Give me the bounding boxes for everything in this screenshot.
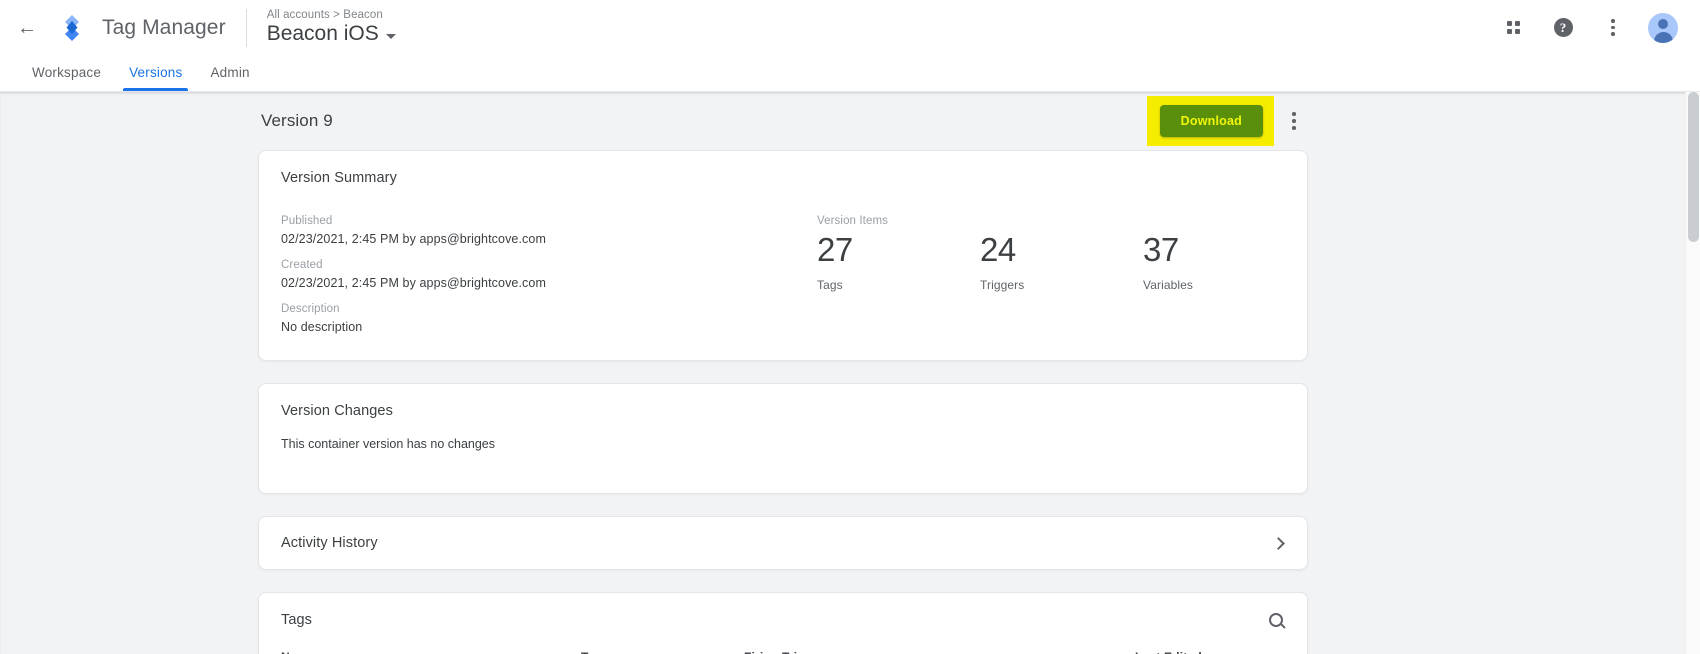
column-header-last-edited[interactable]: Last Edited bbox=[1135, 650, 1285, 654]
chevron-right-icon bbox=[1272, 537, 1285, 550]
created-value: 02/23/2021, 2:45 PM by apps@brightcove.c… bbox=[281, 276, 801, 290]
search-icon[interactable] bbox=[1269, 613, 1283, 627]
download-highlight: Download bbox=[1147, 96, 1274, 146]
column-header-firing-triggers[interactable]: Firing Triggers bbox=[744, 650, 1135, 654]
tags-card-header: Tags bbox=[259, 593, 1307, 628]
tags-card: Tags Name ↑ Type Firing Triggers Last Ed… bbox=[258, 592, 1308, 654]
stat-triggers: 24 Triggers bbox=[980, 231, 1143, 292]
version-summary-fields: Published 02/23/2021, 2:45 PM by apps@br… bbox=[281, 202, 801, 334]
scrollbar-thumb[interactable] bbox=[1688, 92, 1699, 242]
more-options-button[interactable] bbox=[1598, 13, 1628, 43]
help-icon: ? bbox=[1554, 18, 1573, 37]
tags-table-header: Name ↑ Type Firing Triggers Last Edited bbox=[259, 628, 1307, 654]
container-name-label: Beacon iOS bbox=[267, 22, 379, 46]
version-changes-body: This container version has no changes bbox=[259, 419, 1307, 493]
app-bar: ← Tag Manager All accounts > Beacon Beac… bbox=[0, 0, 1700, 55]
apps-grid-icon bbox=[1507, 21, 1520, 34]
appbar-actions: ? bbox=[1498, 13, 1678, 43]
description-value: No description bbox=[281, 320, 801, 334]
published-label: Published bbox=[281, 215, 801, 227]
version-items-label: Version Items bbox=[817, 215, 1306, 227]
vertical-scrollbar[interactable] bbox=[1685, 92, 1700, 654]
tags-title: Tags bbox=[281, 612, 1269, 628]
activity-history-title: Activity History bbox=[281, 535, 1274, 551]
version-items-block: Version Items 27 Tags 24 Triggers 37 Var bbox=[801, 202, 1306, 334]
stat-variables-label: Variables bbox=[1143, 278, 1306, 292]
back-arrow-icon: ← bbox=[17, 18, 37, 38]
version-summary-body: Published 02/23/2021, 2:45 PM by apps@br… bbox=[259, 186, 1307, 360]
stat-tags: 27 Tags bbox=[817, 231, 980, 292]
stat-tags-label: Tags bbox=[817, 278, 980, 292]
stat-triggers-value: 24 bbox=[980, 231, 1143, 269]
tag-manager-logo-icon bbox=[58, 14, 86, 42]
brand-block: Tag Manager bbox=[44, 14, 226, 42]
tab-admin[interactable]: Admin bbox=[196, 65, 263, 91]
breadcrumb: All accounts > Beacon bbox=[267, 9, 396, 21]
version-summary-title: Version Summary bbox=[259, 151, 1307, 186]
header-divider bbox=[246, 9, 247, 47]
more-options-icon bbox=[1611, 19, 1615, 36]
version-changes-title: Version Changes bbox=[259, 384, 1307, 419]
column-header-type[interactable]: Type bbox=[581, 650, 744, 654]
activity-history-card[interactable]: Activity History bbox=[258, 516, 1308, 570]
tab-workspace[interactable]: Workspace bbox=[18, 65, 115, 91]
avatar[interactable] bbox=[1648, 13, 1678, 43]
content-inner: Version 9 Download Version Summary Publi… bbox=[258, 92, 1308, 654]
apps-grid-button[interactable] bbox=[1498, 13, 1528, 43]
content-area: Version 9 Download Version Summary Publi… bbox=[0, 92, 1700, 654]
chevron-down-icon bbox=[386, 34, 396, 39]
page-header: Version 9 Download bbox=[258, 92, 1308, 150]
page-title: Version 9 bbox=[261, 111, 1147, 131]
account-block: All accounts > Beacon Beacon iOS bbox=[267, 9, 396, 46]
description-label: Description bbox=[281, 303, 801, 315]
published-value: 02/23/2021, 2:45 PM by apps@brightcove.c… bbox=[281, 232, 801, 246]
version-changes-card: Version Changes This container version h… bbox=[258, 383, 1308, 494]
stat-triggers-label: Triggers bbox=[980, 278, 1143, 292]
stat-tags-value: 27 bbox=[817, 231, 980, 269]
stat-variables: 37 Variables bbox=[1143, 231, 1306, 292]
created-label: Created bbox=[281, 259, 801, 271]
column-header-name[interactable]: Name ↑ bbox=[281, 650, 581, 654]
download-button[interactable]: Download bbox=[1160, 105, 1263, 137]
tab-bar: Workspace Versions Admin bbox=[0, 55, 1700, 92]
version-summary-card: Version Summary Published 02/23/2021, 2:… bbox=[258, 150, 1308, 361]
column-header-name-label: Name bbox=[281, 650, 314, 654]
stat-variables-value: 37 bbox=[1143, 231, 1306, 269]
back-button[interactable]: ← bbox=[10, 11, 44, 45]
tab-versions[interactable]: Versions bbox=[115, 65, 196, 91]
product-name: Tag Manager bbox=[102, 16, 226, 40]
help-button[interactable]: ? bbox=[1548, 13, 1578, 43]
activity-history-row[interactable]: Activity History bbox=[259, 517, 1307, 569]
version-more-options-button[interactable] bbox=[1280, 107, 1308, 135]
container-selector[interactable]: Beacon iOS bbox=[267, 22, 396, 46]
version-items-stats: 27 Tags 24 Triggers 37 Variables bbox=[817, 231, 1306, 292]
page-header-actions: Download bbox=[1147, 96, 1308, 146]
